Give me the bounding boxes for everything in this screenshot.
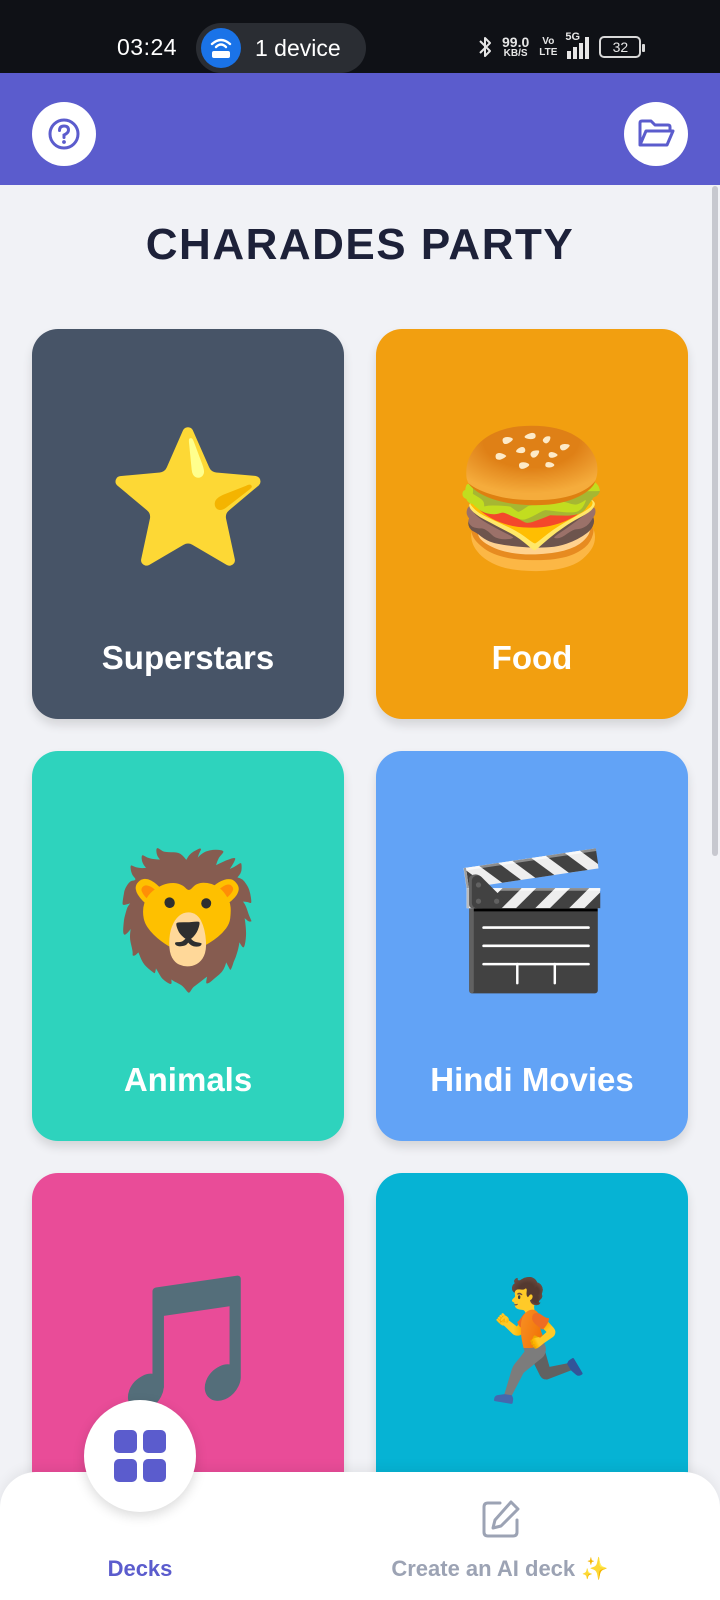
app-header <box>0 73 720 185</box>
net-speed: 99.0 KB/S <box>502 34 530 59</box>
lion-icon: 🦁 <box>105 847 271 994</box>
hotspot-pill[interactable]: 1 device <box>196 23 366 73</box>
scrollbar[interactable] <box>712 186 718 856</box>
battery-icon: 32 <box>599 36 646 58</box>
help-circle-icon <box>48 118 80 150</box>
star-icon: ⭐ <box>105 425 271 572</box>
deck-label: Superstars <box>101 639 275 676</box>
deck-card-hindi-movies[interactable]: 🎬 Hindi Movies <box>376 751 688 1141</box>
decks-tab-button[interactable] <box>84 1400 196 1512</box>
folder-open-icon <box>638 119 675 147</box>
page-title: CHARADES PARTY <box>145 220 575 269</box>
music-note-icon: 🎵 <box>105 1269 271 1416</box>
deck-label: Hindi Movies <box>430 1061 634 1098</box>
decks-tab-label[interactable]: Decks <box>70 1556 210 1582</box>
create-ai-deck-label: Create an AI deck ✨ <box>391 1556 609 1581</box>
deck-label: Animals <box>123 1061 253 1098</box>
edit-icon <box>482 1500 520 1538</box>
hotspot-icon <box>201 28 241 68</box>
bluetooth-icon <box>479 37 491 57</box>
clapperboard-icon: 🎬 <box>449 847 615 994</box>
grid-icon <box>114 1430 166 1482</box>
deck-card-food[interactable]: 🍔 Food <box>376 329 688 719</box>
burger-icon: 🍔 <box>449 425 615 572</box>
hotspot-label: 1 device <box>255 34 341 61</box>
deck-card-animals[interactable]: 🦁 Animals <box>32 751 344 1141</box>
create-ai-deck-tab[interactable]: Create an AI deck ✨ <box>380 1490 620 1590</box>
battery-level: 32 <box>612 39 629 55</box>
deck-label: Food <box>491 639 573 676</box>
signal-icon: 5G <box>565 31 590 59</box>
status-time: 03:24 <box>117 34 178 60</box>
running-person-icon: 🏃 <box>458 1277 606 1409</box>
status-icons: 99.0 KB/S Vo LTE 5G 32 <box>478 31 646 60</box>
volte-indicator: Vo LTE <box>539 36 558 58</box>
status-bar: 03:24 1 device 99.0 KB/S Vo LTE 5G 32 <box>0 0 720 73</box>
deck-card-superstars[interactable]: ⭐ Superstars <box>32 329 344 719</box>
open-folder-button[interactable] <box>624 102 688 166</box>
help-button[interactable] <box>32 102 96 166</box>
